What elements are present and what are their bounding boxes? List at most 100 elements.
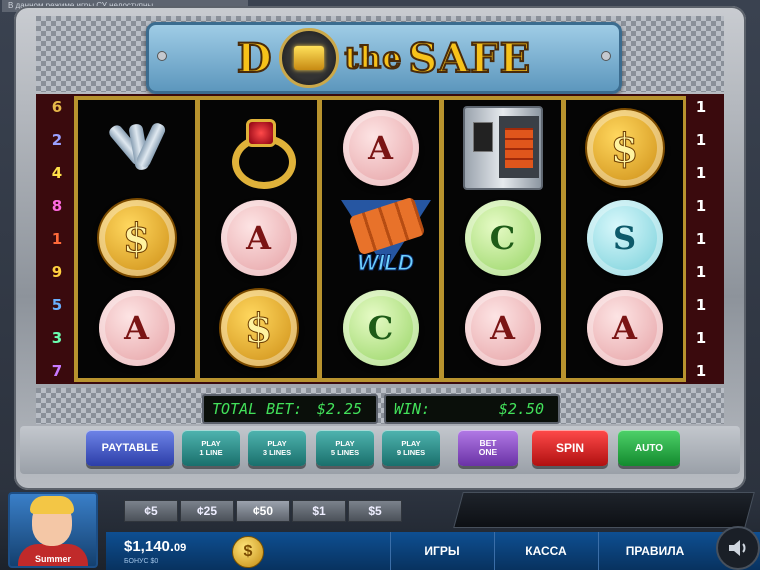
play-5-lines-button[interactable]: PLAY 5 LINES xyxy=(316,430,374,466)
payline-number[interactable]: 1 xyxy=(696,263,706,281)
payline-number[interactable]: 1 xyxy=(696,197,706,215)
button-label: ONE xyxy=(478,447,498,457)
reel: CA xyxy=(444,100,561,378)
paytable-label: PAYTABLE xyxy=(101,441,159,454)
safe-symbol xyxy=(462,106,543,190)
coin-value-button[interactable]: ¢25 xyxy=(180,500,234,522)
payline-number[interactable]: 1 xyxy=(696,131,706,149)
auto-button[interactable]: AUTO xyxy=(618,430,680,466)
gold-safe-icon xyxy=(278,28,339,88)
total-bet-label: TOTAL BET: xyxy=(212,400,303,418)
payline-number[interactable]: 1 xyxy=(52,230,62,248)
coin-tray xyxy=(453,492,755,528)
letter-coin: A xyxy=(98,290,175,366)
gold-coin-icon[interactable]: $ xyxy=(232,536,264,568)
nav-games-button[interactable]: ИГРЫ xyxy=(390,532,493,570)
reel: $ S A xyxy=(566,100,683,378)
coin-value-button[interactable]: $5 xyxy=(348,500,402,522)
spin-button[interactable]: SPIN xyxy=(532,430,608,466)
payline-numbers-right: 1 1 1 1 1 1 1 1 1 xyxy=(686,98,716,380)
keys-icon xyxy=(102,118,172,178)
payline-number[interactable]: 1 xyxy=(696,230,706,248)
slot-cabinet: В данном режиме игры СУ недоступны D the… xyxy=(0,0,760,570)
coin-value-button[interactable]: ¢5 xyxy=(124,500,178,522)
coin-value-button[interactable]: ¢50 xyxy=(236,500,290,522)
dollar-coin-symbol: $ xyxy=(218,288,299,368)
keys-symbol xyxy=(97,108,177,188)
game-logo: D the SAFE xyxy=(146,22,622,94)
letter-coin: A xyxy=(586,290,663,366)
dollar-coin-symbol: $ xyxy=(584,108,665,188)
speaker-icon[interactable] xyxy=(716,526,760,570)
reel: A $ xyxy=(200,100,317,378)
logo-word-d: D xyxy=(236,34,273,83)
button-label: 9 LINES xyxy=(396,448,426,457)
dollar-coin-icon: $ xyxy=(584,108,665,188)
letter-coin: A xyxy=(464,290,541,366)
total-bet-display: TOTAL BET: $2.25 xyxy=(202,394,378,424)
payline-number[interactable]: 9 xyxy=(52,263,62,281)
letter-a-symbol: A xyxy=(219,198,299,278)
letter-c-symbol: C xyxy=(463,198,543,278)
payline-number[interactable]: 1 xyxy=(696,329,706,347)
play-3-lines-button[interactable]: PLAY 3 LINES xyxy=(248,430,306,466)
auto-label: AUTO xyxy=(634,442,664,454)
win-value: $2.50 xyxy=(498,400,544,418)
balance-display: $1,140.09 xyxy=(124,538,186,555)
nav-games-label: ИГРЫ xyxy=(424,544,460,558)
payline-number[interactable]: 8 xyxy=(52,197,62,215)
payline-number[interactable]: 1 xyxy=(696,164,706,182)
dollar-coin-symbol: $ xyxy=(96,198,177,278)
balance-cents: 09 xyxy=(174,542,187,554)
payline-number[interactable]: 1 xyxy=(696,362,706,380)
balance-main: $1,140. xyxy=(124,538,175,555)
nav-cashier-label: КАССА xyxy=(525,544,567,558)
button-label: 3 LINES xyxy=(262,448,292,457)
letter-s-symbol: S xyxy=(585,198,665,278)
logo-word-the: the xyxy=(344,40,403,77)
avatar-hair xyxy=(30,496,74,514)
payline-number[interactable]: 3 xyxy=(52,329,62,347)
letter-coin: S xyxy=(586,200,663,276)
player-avatar[interactable]: Summer xyxy=(8,492,98,568)
button-label: PLAY xyxy=(267,439,287,448)
coin-value-button[interactable]: $1 xyxy=(292,500,346,522)
button-label: PLAY xyxy=(401,439,421,448)
logo-word-safe: SAFE xyxy=(407,34,532,83)
payline-number[interactable]: 1 xyxy=(696,98,706,116)
letter-coin: C xyxy=(342,290,419,366)
bonus-balance: БОНУС $0 xyxy=(124,558,159,565)
nav-cashier-button[interactable]: КАССА xyxy=(494,532,597,570)
play-9-lines-button[interactable]: PLAY 9 LINES xyxy=(382,430,440,466)
button-label: PLAY xyxy=(201,439,221,448)
bet-one-button[interactable]: BET ONE xyxy=(458,430,518,466)
button-label: 1 LINE xyxy=(199,448,223,457)
ring-icon xyxy=(226,115,296,189)
payline-number[interactable]: 6 xyxy=(52,98,62,116)
screw-icon xyxy=(157,51,167,61)
screw-icon xyxy=(601,51,611,61)
payline-number[interactable]: 2 xyxy=(52,131,62,149)
coin-value-selector: ¢5 ¢25 ¢50 $1 $5 xyxy=(124,500,402,522)
spin-label: SPIN xyxy=(555,440,584,455)
nav-rules-button[interactable]: ПРАВИЛА xyxy=(598,532,711,570)
letter-a-symbol: A xyxy=(97,288,177,368)
payline-number[interactable]: 1 xyxy=(696,296,706,314)
paytable-button[interactable]: PAYTABLE xyxy=(86,430,174,466)
letter-coin: A xyxy=(342,110,419,186)
wild-symbol: WILD xyxy=(340,196,431,278)
payline-number[interactable]: 5 xyxy=(52,296,62,314)
button-label: 5 LINES xyxy=(330,448,360,457)
win-display: WIN: $2.50 xyxy=(384,394,560,424)
letter-a-symbol: A xyxy=(585,288,665,368)
ring-symbol xyxy=(219,108,299,189)
play-1-line-button[interactable]: PLAY 1 LINE xyxy=(182,430,240,466)
reels-window: $ A A $ A WILD C C A $ S A xyxy=(74,96,686,382)
payline-numbers-left: 6 2 4 8 1 9 5 3 7 xyxy=(42,98,72,380)
letter-a-symbol: A xyxy=(341,108,421,188)
dollar-coin-icon: $ xyxy=(96,198,177,278)
dollar-coin-icon: $ xyxy=(218,288,299,368)
reel: A WILD C xyxy=(322,100,439,378)
payline-number[interactable]: 4 xyxy=(52,164,62,182)
payline-number[interactable]: 7 xyxy=(52,362,62,380)
